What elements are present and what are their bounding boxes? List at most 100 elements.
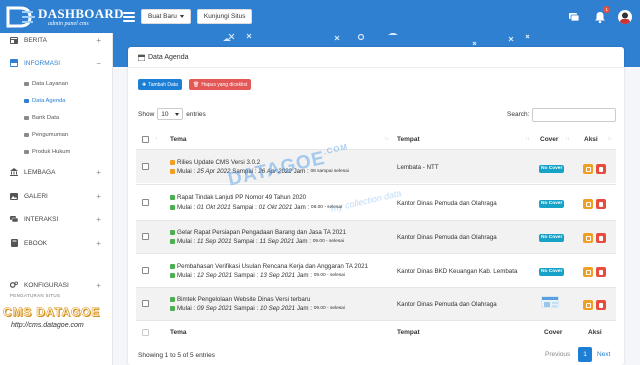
brand[interactable]: DASHBOARD admin panel cms [0, 0, 123, 33]
no-cover-badge: No Cover [539, 268, 565, 276]
add-data-label: Tambah Data [148, 81, 178, 88]
mulai-date: 11 Sep 2021 [196, 238, 232, 245]
delete-checked-button[interactable]: 🗑 Hapus yang diceklist [189, 79, 252, 90]
column-footer-tempat: Tempat [397, 329, 420, 336]
plus-icon: ✚ [142, 81, 147, 88]
sidebar-sub-data-layanan[interactable]: Data Layanan [24, 79, 68, 89]
calendar-check-icon [170, 239, 175, 244]
new-dropdown-button[interactable]: Buat Baru [141, 9, 191, 24]
sidebar-item-lembaga[interactable]: LEMBAGA + [0, 165, 113, 179]
footer-checkbox [142, 329, 149, 336]
sidebar-item-label: BERITA [24, 36, 47, 44]
messages-icon[interactable] [568, 11, 580, 23]
gallery-icon [10, 192, 18, 200]
sort-icon: ↑↓ [384, 136, 389, 142]
trash-icon [599, 269, 603, 275]
sidebar-item-interaksi[interactable]: INTERAKSI + [0, 212, 113, 226]
agenda-title-text: Rilies Update CMS Versi 3.0.2 [177, 159, 261, 166]
agenda-title: Pembahasan Verifikasi Usulan Rencana Ker… [170, 263, 368, 270]
edit-button[interactable] [583, 300, 593, 310]
delete-button[interactable] [596, 233, 606, 243]
sub-item-label: Data Agenda [32, 98, 66, 104]
divider [136, 320, 616, 321]
agenda-icon [170, 264, 175, 269]
row-checkbox[interactable] [142, 300, 149, 307]
row-checkbox[interactable] [142, 163, 149, 170]
column-header-tempat[interactable]: Tempat [397, 136, 420, 143]
tempat-cell: Kantor Dinas BKD Keuangan Kab. Lembata [397, 268, 518, 275]
row-checkbox[interactable] [142, 267, 149, 274]
sidebar-sub-bank-data[interactable]: Bank Data [24, 113, 59, 123]
column-header-aksi[interactable]: Aksi [584, 136, 598, 143]
card-header: Data Agenda [128, 47, 624, 68]
sampai-label: Sampai : [233, 238, 258, 245]
delete-button[interactable] [596, 267, 606, 277]
add-data-button[interactable]: ✚ Tambah Data [138, 79, 182, 90]
column-footer-cover: Cover [544, 329, 563, 336]
delete-button[interactable] [596, 164, 606, 174]
book-icon [10, 239, 18, 247]
column-header-tema[interactable]: Tema [170, 136, 187, 143]
column-header-cover[interactable]: Cover [540, 136, 558, 143]
mulai-label: Mulai : [177, 168, 196, 175]
pagination-next[interactable]: Next [597, 347, 610, 362]
sub-item-label: Pengumuman [32, 132, 69, 138]
sidebar-item-berita[interactable]: BERITA + [0, 33, 113, 47]
edit-button[interactable] [583, 233, 593, 243]
delete-button[interactable] [596, 199, 606, 209]
pagination-page-1[interactable]: 1 [578, 347, 592, 362]
cover-thumbnail[interactable] [541, 296, 559, 308]
search-label: Search: [507, 111, 530, 118]
chevron-down-icon [175, 112, 180, 116]
agenda-schedule: Mulai : 25 Apr 2022 Sampai : 26 Apr 2022… [170, 168, 349, 175]
row-checkbox[interactable] [142, 233, 149, 240]
trash-icon [599, 166, 603, 172]
agenda-title-text: Bimtek Pengelolaan Website Dinas Versi t… [177, 296, 311, 303]
sidebar-item-label: INFORMASI [24, 59, 61, 67]
agenda-schedule: Mulai : 01 Okt 2021 Sampai : 01 Okt 2021… [170, 204, 342, 211]
edit-button[interactable] [583, 199, 593, 209]
sidebar-item-konfigurasi[interactable]: KONFIGURASI + [0, 278, 113, 292]
row-checkbox[interactable] [142, 199, 149, 206]
edit-icon [585, 201, 591, 207]
trash-icon [599, 302, 603, 308]
newspaper-icon [10, 36, 18, 44]
pagination-previous[interactable]: Previous [545, 347, 570, 362]
avatar[interactable] [618, 9, 632, 24]
edit-button[interactable] [583, 164, 593, 174]
chat-icon [10, 215, 18, 223]
info-box-icon [10, 59, 18, 67]
jam-value: 09.00 - selesai [313, 306, 345, 311]
agenda-schedule: Mulai : 12 Sep 2021 Sampai : 13 Sep 2021… [170, 272, 345, 279]
sidebar-sub-produk-hukum[interactable]: Produk Hukum [24, 147, 70, 157]
column-footer-aksi: Aksi [588, 329, 602, 336]
brand-title: DASHBOARD [38, 5, 124, 21]
calendar-icon [24, 99, 29, 103]
hamburger-menu-icon[interactable] [123, 10, 135, 24]
calendar-check-icon [170, 306, 175, 311]
sidebar-sub-data-agenda[interactable]: Data Agenda [24, 96, 66, 106]
visit-site-button[interactable]: Kunjungi Situs [196, 9, 253, 24]
edit-button[interactable] [583, 267, 593, 277]
sampai-label: Sampai : [233, 272, 259, 279]
sampai-label: Sampai : [232, 204, 257, 211]
sidebar-sub-pengumuman[interactable]: Pengumuman [24, 130, 68, 140]
select-all-checkbox[interactable] [142, 136, 149, 143]
folder-icon [24, 150, 29, 154]
agenda-icon [170, 160, 175, 165]
sub-item-label: Produk Hukum [32, 149, 71, 155]
entries-select[interactable]: 10 [157, 108, 184, 120]
agenda-icon [170, 297, 175, 302]
sidebar-item-ebook[interactable]: EBOOK + [0, 236, 113, 250]
agenda-schedule: Mulai : 11 Sep 2021 Sampai : 11 Sep 2021… [170, 238, 344, 245]
bell-icon[interactable]: 1 [594, 5, 610, 23]
delete-checked-label: Hapus yang diceklist [201, 81, 248, 88]
mulai-label: Mulai : [177, 305, 196, 312]
new-button-label: Buat Baru [148, 13, 177, 20]
search-input[interactable] [532, 108, 616, 122]
sidebar-item-galeri[interactable]: GALERI + [0, 189, 113, 203]
delete-button[interactable] [596, 300, 606, 310]
sampai-date: 26 Apr 2022 [258, 168, 292, 175]
tempat-cell: Kantor Dinas Pemuda dan Olahraga [397, 234, 497, 241]
sidebar-item-informasi[interactable]: INFORMASI − [0, 56, 113, 70]
